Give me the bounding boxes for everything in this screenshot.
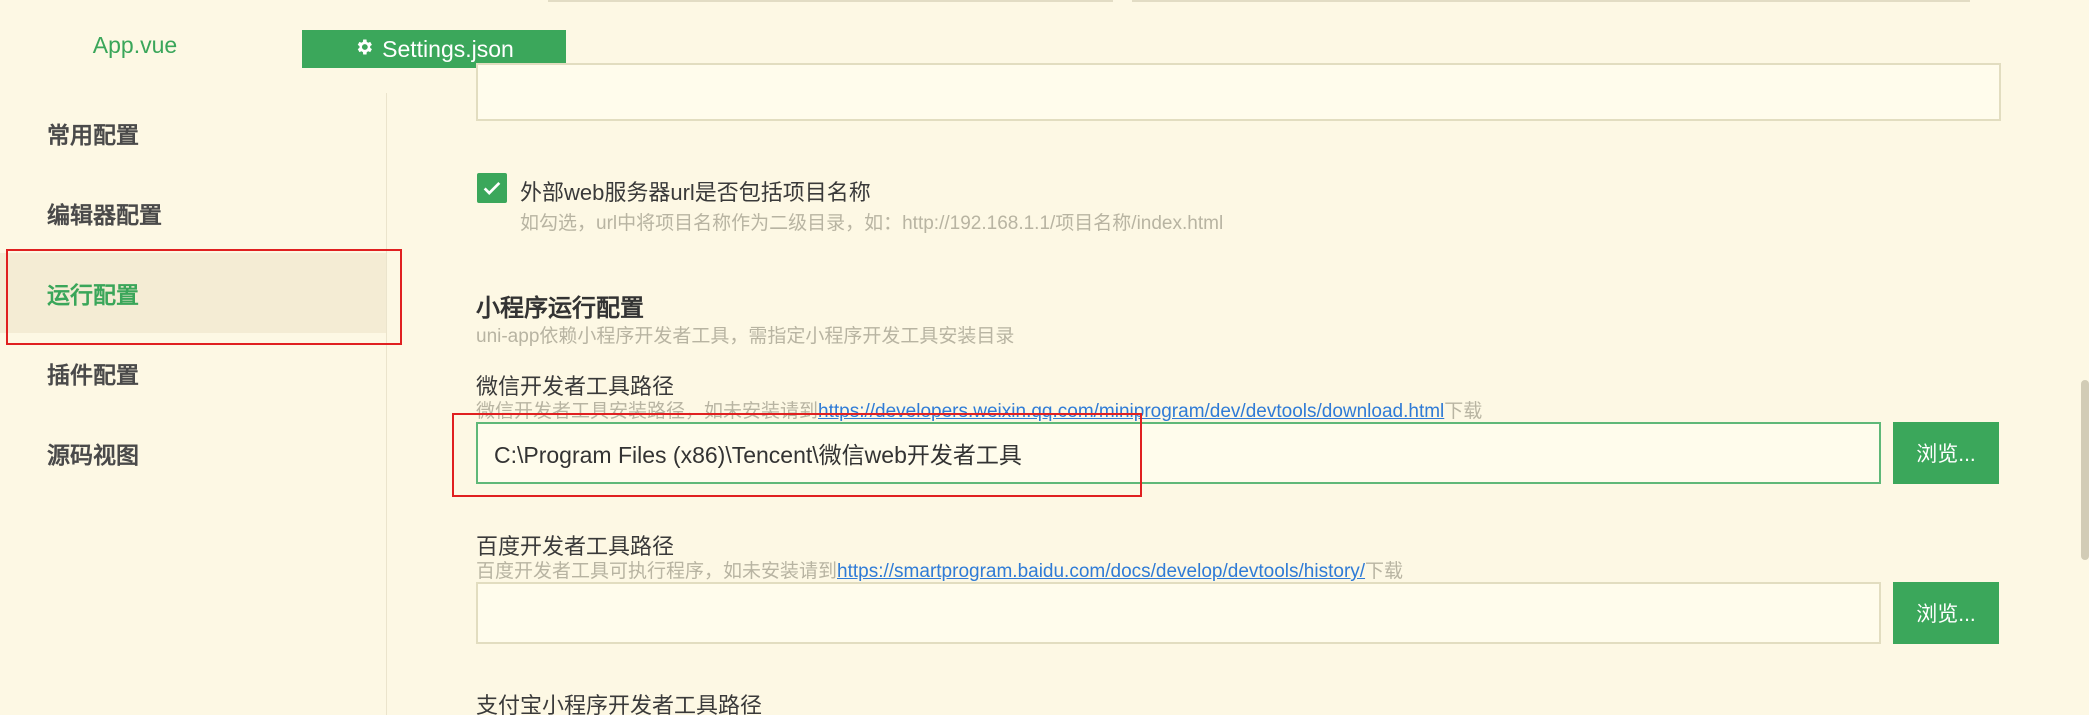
sidebar-item-source-view[interactable]: 源码视图 <box>0 413 386 493</box>
scrollbar[interactable] <box>2081 380 2089 560</box>
top-input[interactable] <box>478 65 1999 119</box>
tab-label: Settings.json <box>382 35 514 62</box>
hint-text: 下载 <box>1444 401 1483 422</box>
hint-text: 下载 <box>1365 561 1404 582</box>
sidebar-item-label: 插件配置 <box>47 362 139 388</box>
sidebar-item-editor[interactable]: 编辑器配置 <box>0 173 386 253</box>
miniprogram-section-title: 小程序运行配置 <box>476 295 644 322</box>
sidebar-item-run[interactable]: 运行配置 <box>0 253 386 333</box>
baidu-download-link[interactable]: https://smartprogram.baidu.com/docs/deve… <box>837 561 1365 582</box>
settings-sidebar: 常用配置 编辑器配置 运行配置 插件配置 源码视图 <box>0 93 386 715</box>
external-url-checkbox[interactable] <box>477 173 507 203</box>
external-url-label: 外部web服务器url是否包括项目名称 <box>520 180 871 205</box>
sidebar-item-label: 编辑器配置 <box>47 202 162 228</box>
top-input-field[interactable] <box>476 63 2001 121</box>
external-url-hint: 如勾选，url中将项目名称作为二级目录，如：http://192.168.1.1… <box>520 213 1224 234</box>
hint-text: 微信开发者工具安装路径，如未安装请到 <box>476 401 819 422</box>
baidu-path-hint: 百度开发者工具可执行程序，如未安装请到https://smartprogram.… <box>476 556 1403 583</box>
wechat-path-field[interactable] <box>476 422 1881 484</box>
sidebar-item-label: 常用配置 <box>47 122 139 148</box>
hint-text: 百度开发者工具可执行程序，如未安装请到 <box>476 561 838 582</box>
miniprogram-section-subtitle: uni-app依赖小程序开发者工具，需指定小程序开发工具安装目录 <box>476 326 1015 347</box>
wechat-browse-button[interactable]: 浏览... <box>1893 422 1999 484</box>
wechat-download-link[interactable]: https://developers.weixin.qq.com/minipro… <box>818 401 1444 422</box>
sidebar-item-label: 运行配置 <box>47 282 139 308</box>
sidebar-item-plugins[interactable]: 插件配置 <box>0 333 386 413</box>
baidu-path-field[interactable] <box>476 582 1881 644</box>
alipay-path-label: 支付宝小程序开发者工具路径 <box>476 693 763 715</box>
settings-content: 外部web服务器url是否包括项目名称 如勾选，url中将项目名称作为二级目录，… <box>387 63 2089 715</box>
tab-label: App.vue <box>92 31 178 58</box>
settings-window: App.vue Settings.json 常用配置 编辑器配置 运行配置 插件… <box>0 0 2089 715</box>
baidu-browse-button[interactable]: 浏览... <box>1893 582 1999 644</box>
wechat-path-hint: 微信开发者工具安装路径，如未安装请到https://developers.wei… <box>476 396 1482 423</box>
gear-icon <box>354 36 374 63</box>
checkmark-icon <box>483 181 501 195</box>
sidebar-item-label: 源码视图 <box>47 442 139 468</box>
baidu-path-input[interactable] <box>478 584 1879 642</box>
sidebar-item-common[interactable]: 常用配置 <box>0 93 386 173</box>
wechat-path-input[interactable] <box>478 424 1879 482</box>
tab-app-vue[interactable]: App.vue <box>0 0 270 90</box>
